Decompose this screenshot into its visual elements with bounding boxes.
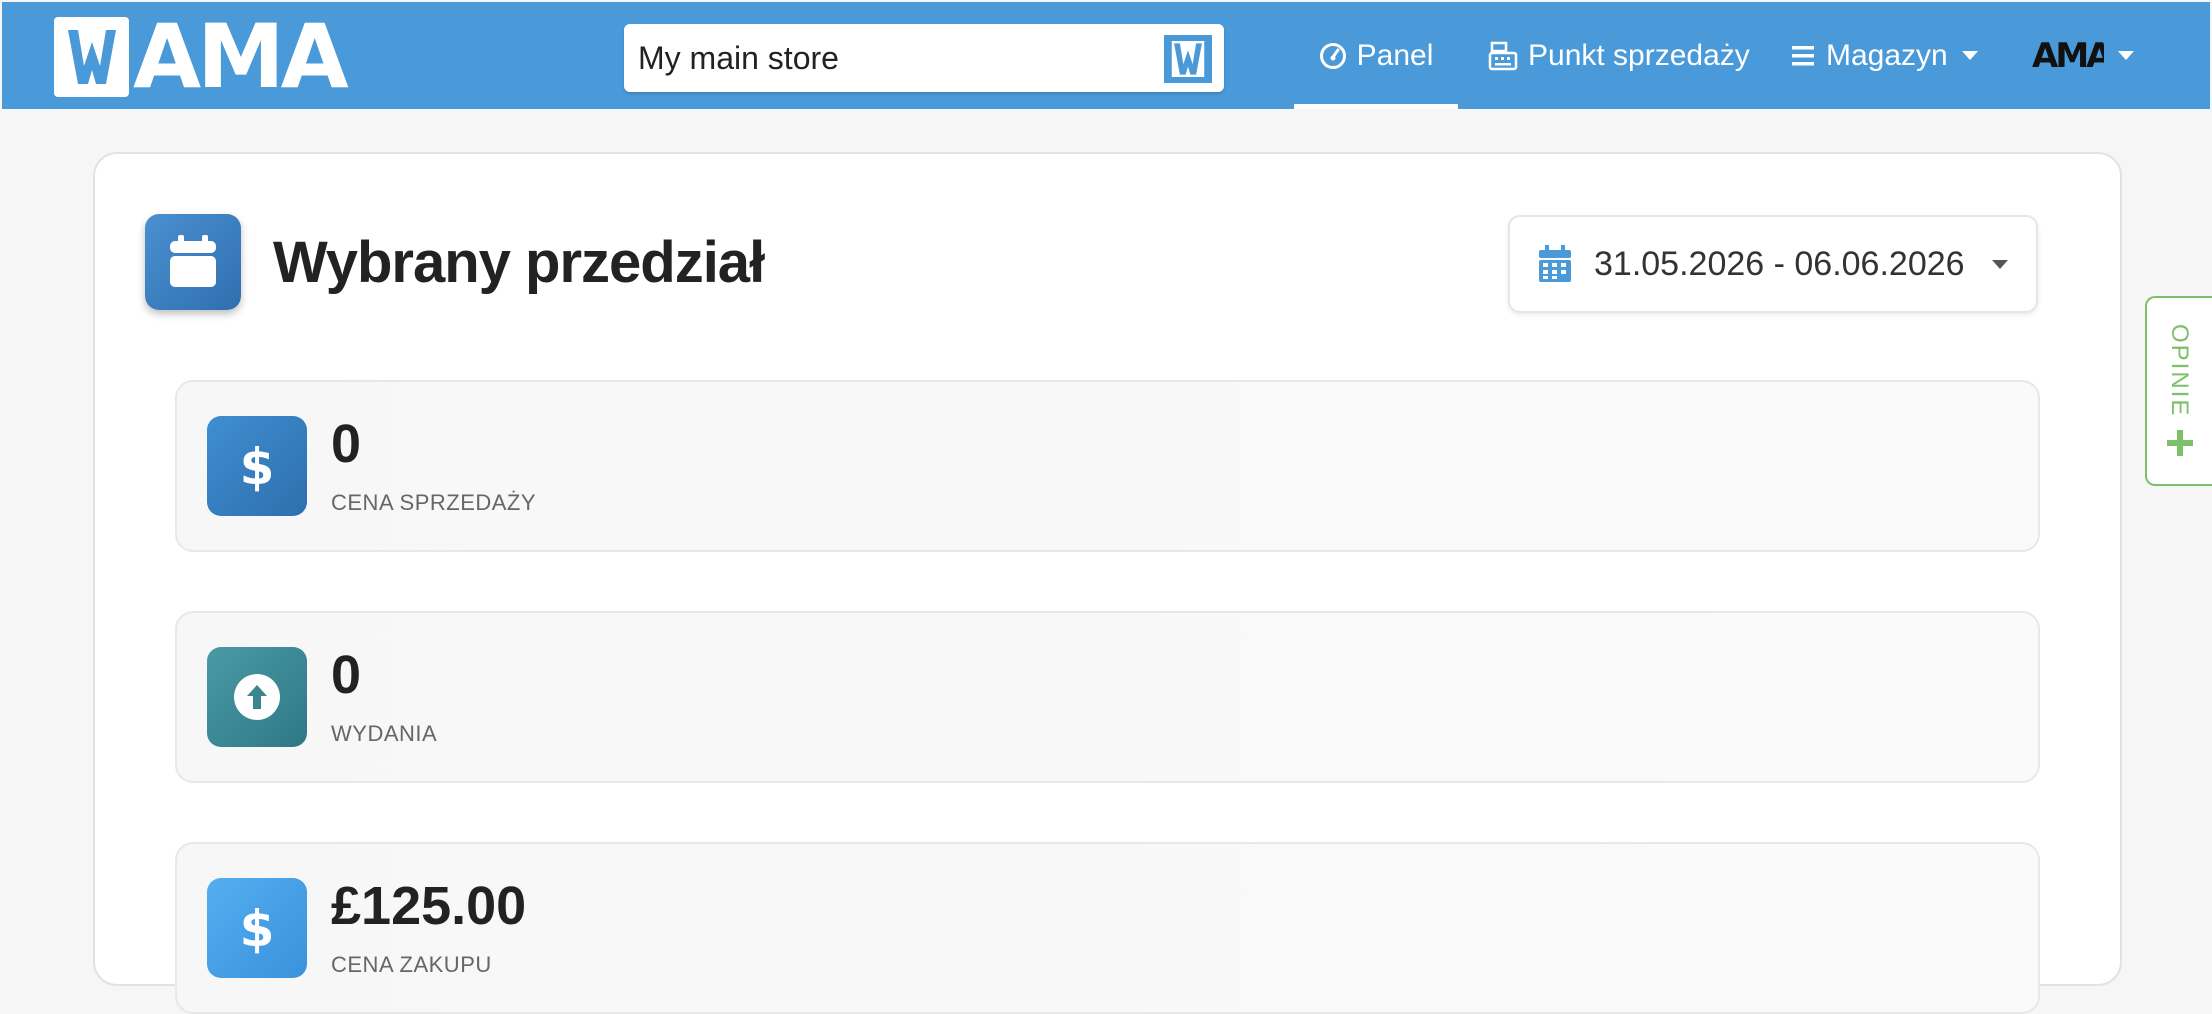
stat-label: CENA ZAKUPU [331, 952, 492, 977]
logo-w-mark [54, 17, 129, 97]
svg-text:$: $ [240, 900, 275, 956]
cash-register-icon [1488, 41, 1518, 70]
feedback-label: OPINIE [2166, 324, 2193, 418]
store-selector[interactable]: My main store [624, 24, 1224, 92]
account-menu[interactable]: AMA [2032, 2, 2134, 109]
stat-value: £125.00 [331, 876, 527, 936]
list-bars-icon [1792, 45, 1814, 65]
dollar-icon: $ [207, 878, 307, 978]
store-name: My main store [638, 40, 839, 76]
stat-label: WYDANIA [331, 721, 438, 746]
nav-point-of-sale-label: Punkt sprzedaży [1528, 38, 1750, 72]
nav-panel-label: Panel [1356, 38, 1434, 72]
plus-icon [2167, 430, 2193, 456]
page-title: Wybrany przedział [273, 230, 765, 295]
date-range-text: 31.05.2026 - 06.06.2026 [1594, 245, 1965, 283]
store-w-icon [1164, 35, 1212, 83]
nav-warehouse-label: Magazyn [1826, 38, 1948, 72]
main-panel-card: Wybrany przedział 31.05.2026 - 06.06.202… [93, 152, 2122, 1014]
chevron-down-icon [1961, 51, 1978, 60]
stat-label: CENA SPRZEDAŻY [331, 490, 537, 515]
nav-panel[interactable]: Panel [1294, 2, 1458, 109]
app-logo[interactable]: AMA [54, 5, 349, 108]
nav-warehouse-dropdown[interactable]: Magazyn [1790, 2, 1978, 109]
chevron-down-icon [1992, 260, 2008, 269]
calendar-icon [145, 214, 241, 310]
dashboard-gauge-icon [1319, 42, 1346, 69]
stat-card-sales: $ 0 CENA SPRZEDAŻY [175, 380, 2040, 552]
account-logo: AMA [2032, 35, 2104, 76]
stat-value: 0 [331, 414, 362, 474]
date-range-picker[interactable]: 31.05.2026 - 06.06.2026 [1508, 215, 2038, 313]
calendar-icon [1539, 245, 1571, 282]
svg-text:$: $ [240, 438, 275, 494]
stat-value: 0 [331, 645, 362, 705]
stat-card-purchase: $ £125.00 CENA ZAKUPU [175, 842, 2040, 1014]
dollar-icon: $ [207, 416, 307, 516]
stat-card-expenses: 0 WYDANIA [175, 611, 2040, 783]
logo-text: AMA [133, 5, 349, 108]
feedback-tab[interactable]: OPINIE [2145, 296, 2212, 486]
top-navbar: AMA My main store Panel Punkt sprzedaży [2, 2, 2210, 109]
chevron-down-icon [2118, 51, 2134, 60]
nav-point-of-sale[interactable]: Punkt sprzedaży [1488, 2, 1750, 109]
arrow-up-circle-icon [207, 647, 307, 747]
